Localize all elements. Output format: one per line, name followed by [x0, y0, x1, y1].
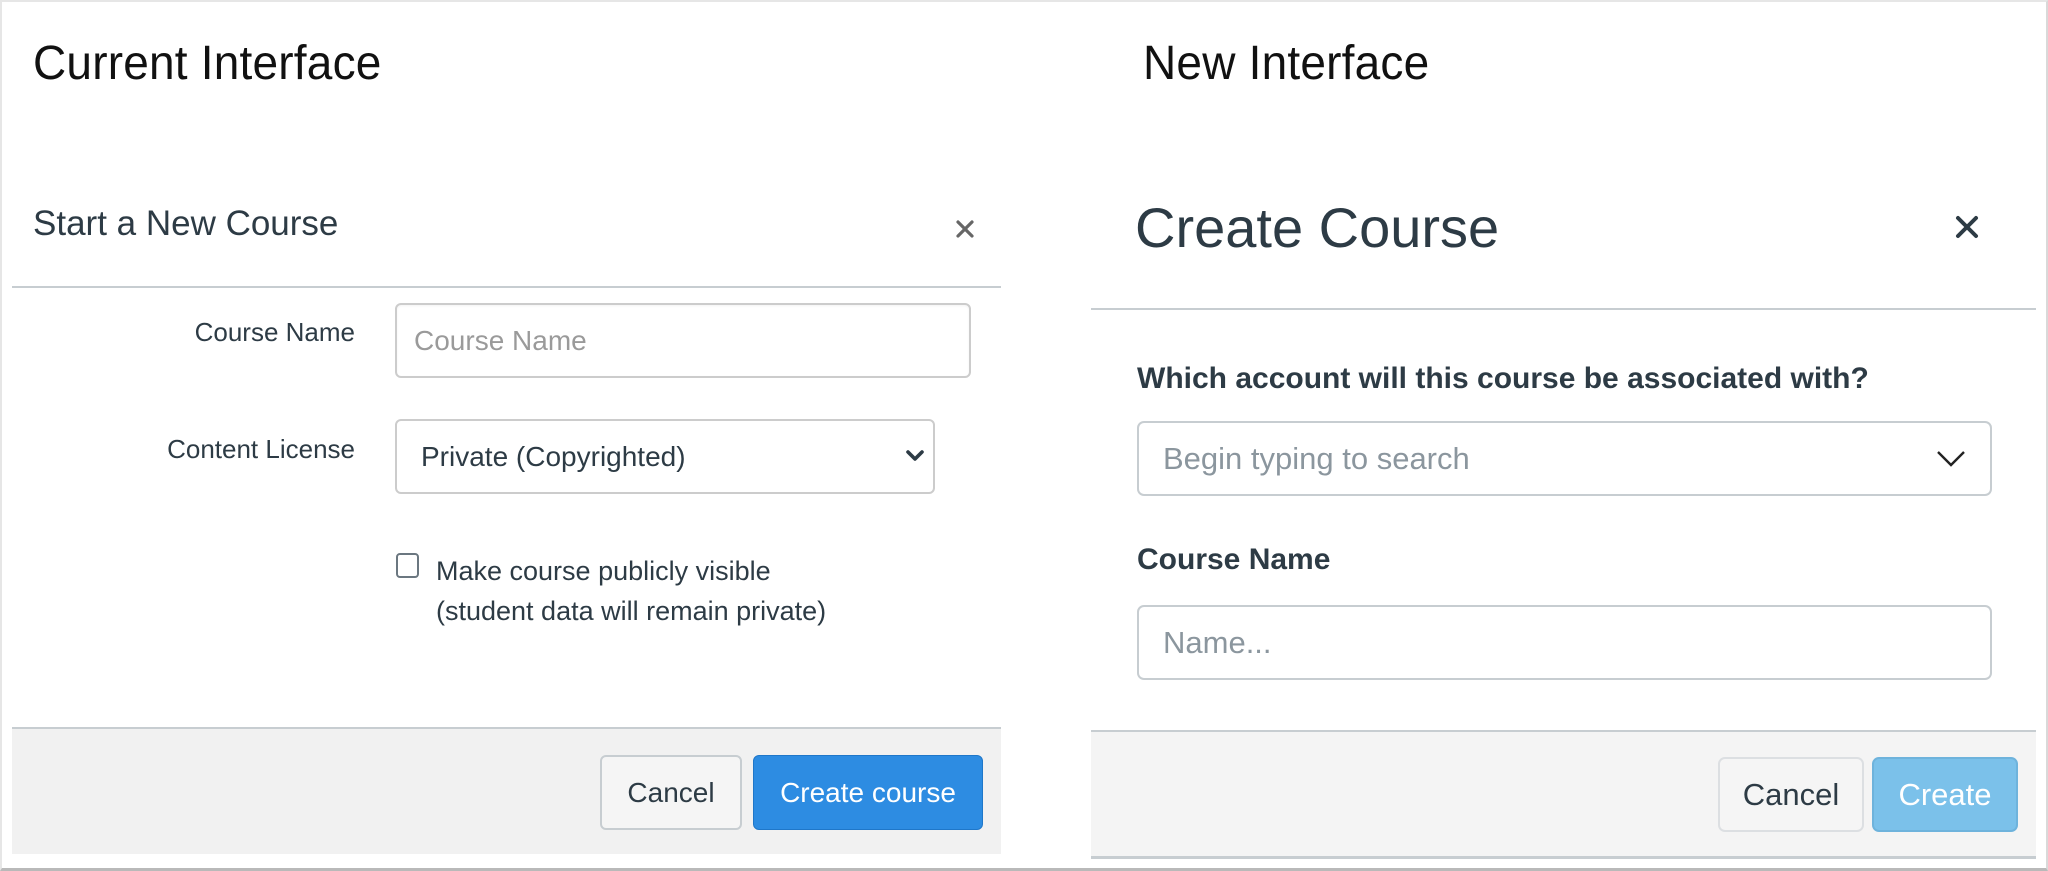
course-name-input[interactable] [1137, 605, 1992, 680]
course-name-label: Course Name [1137, 543, 1331, 576]
account-label: Which account will this course be associ… [1137, 362, 1869, 395]
account-search-placeholder: Begin typing to search [1163, 440, 1470, 476]
close-icon [956, 220, 974, 238]
new-interface-heading: New Interface [1143, 34, 1430, 90]
current-interface-heading: Current Interface [33, 34, 382, 90]
account-search-select[interactable]: Begin typing to search [1137, 421, 1992, 496]
content-license-select[interactable]: Private (Copyrighted) [395, 419, 935, 494]
public-visibility-label-line2: (student data will remain private) [436, 596, 827, 626]
close-button[interactable] [952, 215, 978, 241]
cancel-button[interactable]: Cancel [1718, 757, 1864, 832]
public-visibility-label[interactable]: Make course publicly visible (student da… [436, 551, 826, 631]
content-license-label: Content License [167, 434, 355, 464]
chevron-down-icon [906, 450, 924, 461]
cancel-button[interactable]: Cancel [600, 755, 742, 830]
dialog-title: Start a New Course [33, 204, 339, 243]
header-divider [1091, 308, 2036, 310]
close-icon [1956, 216, 1978, 238]
public-visibility-checkbox[interactable] [396, 553, 419, 578]
create-button[interactable]: Create [1872, 757, 2018, 832]
dialog-title: Create Course [1135, 196, 1500, 259]
close-button[interactable] [1954, 214, 1980, 240]
chevron-down-icon [1937, 451, 1965, 467]
public-visibility-label-line1: Make course publicly visible [436, 556, 771, 586]
course-name-input[interactable] [395, 303, 971, 378]
create-course-button[interactable]: Create course [753, 755, 983, 830]
header-divider [12, 286, 1001, 288]
course-name-label: Course Name [194, 317, 355, 347]
content-license-selected-value: Private (Copyrighted) [421, 440, 686, 472]
